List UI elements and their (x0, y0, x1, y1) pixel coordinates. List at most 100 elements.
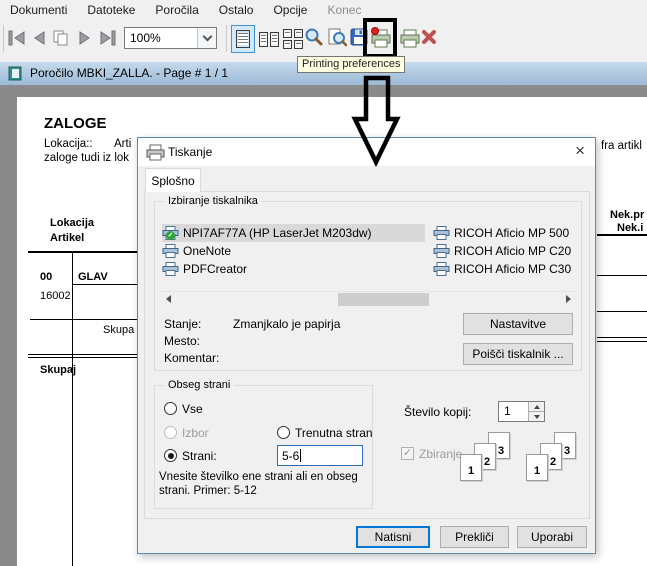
two-page-view-button[interactable] (258, 25, 280, 53)
page-range-input[interactable]: 5-6 (277, 445, 363, 466)
multi-page-view-button[interactable] (281, 25, 305, 53)
collate-pages-icon: 1 2 3 (526, 432, 588, 494)
page-magnifier-icon (328, 28, 347, 47)
spinner-up-button[interactable] (529, 402, 544, 411)
annotation-down-arrow (351, 75, 401, 167)
printer-icon (162, 262, 179, 276)
report-window-title: Poročilo MBKI_ZALLA. - Page # 1 / 1 (30, 66, 229, 80)
printer-item-ricoh-c20[interactable]: RICOH Aficio MP C20 (454, 242, 571, 260)
report-item-code: 16002 (40, 290, 71, 302)
printer-icon (433, 262, 450, 276)
pages-icon (53, 30, 68, 46)
report-rule (597, 311, 647, 312)
print-button[interactable]: Natisni (356, 526, 430, 548)
next-page-icon (79, 31, 90, 45)
printer-list-scrollbar[interactable] (161, 291, 576, 306)
tab-label: Splošno (151, 173, 195, 188)
menu-ostalo[interactable]: Ostalo (209, 1, 264, 19)
spinner-down-button[interactable] (529, 411, 544, 421)
report-column-rule (72, 251, 73, 566)
report-rule (597, 341, 647, 342)
apply-button[interactable]: Uporabi (517, 526, 587, 548)
dialog-title: Tiskanje (168, 145, 213, 159)
radio-pages-label: Strani: (182, 449, 217, 463)
previous-page-icon (34, 31, 45, 45)
report-col-nek-i: Nek.i (617, 222, 644, 234)
zoom-level-combobox[interactable]: 100% (124, 27, 217, 49)
report-group-name: GLAV (78, 271, 108, 283)
triangle-up-icon (533, 404, 540, 409)
report-col-lokacija: Lokacija (50, 217, 95, 229)
printer-item-ricoh-c30[interactable]: RICOH Aficio MP C30 (454, 260, 571, 278)
location-label: Mesto: (164, 334, 201, 348)
report-rule (28, 251, 137, 253)
next-page-button[interactable] (75, 28, 95, 48)
report-rule (28, 354, 137, 355)
single-page-icon (236, 30, 250, 48)
printer-group-label: Izbiranje tiskalnika (164, 195, 262, 207)
last-page-button[interactable] (97, 28, 118, 48)
menu-bar: Dokumenti Datoteke Poročila Ostalo Opcij… (0, 0, 647, 20)
zoom-level-value: 100% (130, 31, 161, 45)
radio-all-pages[interactable] (164, 402, 177, 415)
copies-spinner[interactable]: 1 (498, 401, 545, 422)
first-page-button[interactable] (7, 28, 28, 48)
report-rule (73, 284, 137, 285)
report-rule (597, 337, 647, 338)
scroll-right-icon[interactable] (566, 295, 571, 303)
single-page-view-button[interactable] (231, 25, 255, 53)
report-rule (30, 319, 137, 320)
annotation-highlight-box (363, 18, 397, 58)
tab-splosno[interactable]: Splošno (145, 168, 201, 192)
spinner-buttons (528, 402, 544, 421)
print-dialog: Tiskanje × Splošno Izbiranje tiskalnika … (137, 137, 596, 554)
report-rule (597, 234, 647, 236)
radio-current-page[interactable] (277, 426, 290, 439)
menu-opcije[interactable]: Opcije (263, 1, 317, 19)
report-intro-fragment: Arti (114, 138, 132, 150)
copies-label: Število kopij: (404, 405, 472, 419)
menu-dokumenti[interactable]: Dokumenti (0, 1, 77, 19)
report-col-artikel: Artikel (50, 232, 85, 244)
printer-item-ricoh-500[interactable]: RICOH Aficio MP 500 (454, 224, 569, 242)
pages-button[interactable] (51, 28, 71, 48)
printer-item-pdfcreator[interactable]: PDFCreator (183, 260, 247, 278)
printer-item-hp[interactable]: NPI7AF77A (HP LaserJet M203dw) (183, 224, 372, 242)
report-rule (28, 357, 137, 358)
toolbar-separator (226, 25, 227, 52)
first-page-icon (8, 30, 25, 46)
red-x-icon (422, 30, 436, 44)
combobox-dropdown-button[interactable] (197, 28, 216, 48)
zoom-page-button[interactable] (327, 27, 347, 47)
printer-icon (433, 244, 450, 258)
scroll-left-icon[interactable] (166, 295, 171, 303)
preferences-button[interactable]: Nastavitve (463, 313, 573, 335)
close-report-button[interactable] (421, 29, 437, 45)
radio-current-page-label: Trenutna stran (295, 426, 373, 440)
scrollbar-thumb[interactable] (338, 293, 429, 306)
report-heading: ZALOGE (44, 115, 107, 132)
page-range-value: 5-6 (282, 448, 300, 463)
printer-icon (162, 244, 179, 258)
radio-selection-label: Izbor (182, 426, 209, 440)
radio-pages[interactable] (164, 449, 177, 462)
menu-porocila[interactable]: Poročila (145, 1, 208, 19)
cancel-button[interactable]: Prekliči (440, 526, 509, 548)
triangle-down-icon (533, 414, 540, 419)
report-intro-line2: zaloge tudi iz lok (44, 152, 130, 164)
dialog-printer-icon (146, 144, 165, 161)
collate-checkbox: ✓ (401, 447, 414, 460)
range-hint-line2: strani. Primer: 5-12 (159, 485, 257, 497)
previous-page-button[interactable] (29, 28, 49, 48)
report-col-nek-pr: Nek.pr (610, 209, 645, 221)
print-button-toolbar[interactable] (399, 27, 421, 49)
printer-item-onenote[interactable]: OneNote (183, 242, 231, 260)
radio-selection (164, 426, 177, 439)
menu-datoteke[interactable]: Datoteke (77, 1, 145, 19)
dialog-close-button[interactable]: × (575, 141, 585, 161)
zoom-button[interactable] (304, 27, 324, 47)
application-window: Dokumenti Datoteke Poročila Ostalo Opcij… (0, 0, 647, 566)
menu-konec[interactable]: Konec (317, 1, 371, 19)
copies-value: 1 (504, 404, 511, 418)
find-printer-button[interactable]: Poišči tiskalnik ... (463, 343, 573, 365)
